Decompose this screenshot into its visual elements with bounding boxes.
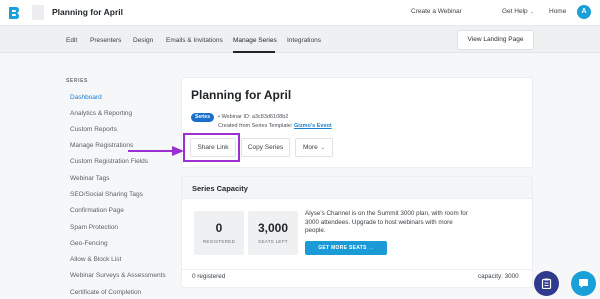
sidebar-heading: SERIES	[66, 78, 88, 84]
tab-edit[interactable]: Edit	[66, 37, 77, 44]
chevron-down-icon: ⌄	[320, 145, 325, 151]
sidebar-item-seo-social-sharing-tags[interactable]: SEO/Social Sharing Tags	[70, 191, 143, 198]
sidebar-item-allow-block-list[interactable]: Allow & Block List	[70, 256, 121, 263]
template-link[interactable]: Gizmo's Event	[294, 123, 332, 129]
chat-fab-button[interactable]	[571, 271, 596, 296]
sidebar-item-analytics-reporting[interactable]: Analytics & Reporting	[70, 110, 132, 117]
registered-label: REGISTERED	[202, 239, 236, 244]
get-more-seats-button[interactable]: GET MORE SEATS →	[305, 241, 387, 255]
chevron-down-icon: ⌄	[529, 9, 534, 15]
divider	[182, 269, 532, 270]
clipboard-fab-button[interactable]	[534, 271, 559, 296]
top-bar: Planning for April Create a Webinar Get …	[0, 0, 600, 26]
sidebar-item-webinar-surveys-assessments[interactable]: Webinar Surveys & Assessments	[70, 272, 166, 279]
webinar-id: • Webinar ID: a3c83d6108b2	[218, 114, 289, 120]
clipboard-icon	[541, 278, 552, 289]
series-badge: Series	[191, 113, 214, 122]
sidebar-item-geo-fencing[interactable]: Geo-Fencing	[70, 240, 108, 247]
active-tab-indicator	[233, 51, 275, 53]
copy-series-button[interactable]: Copy Series	[241, 138, 290, 157]
series-capacity-title: Series Capacity	[192, 184, 248, 193]
plan-description: Alyse's Channel is on the Summit 3000 pl…	[305, 210, 468, 234]
chat-bubble-icon	[579, 279, 588, 288]
get-help-label: Get Help	[502, 8, 528, 15]
sidebar-item-confirmation-page[interactable]: Confirmation Page	[70, 207, 124, 214]
app-title: Planning for April	[52, 7, 123, 17]
seats-left-count: 3,000	[257, 221, 289, 235]
sidebar-item-certificate-of-completion[interactable]: Certificate of Completion	[70, 289, 141, 296]
tab-presenters[interactable]: Presenters	[90, 37, 121, 44]
sidebar-item-custom-registration-fields[interactable]: Custom Registration Fields	[70, 158, 148, 165]
tab-emails-invitations[interactable]: Emails & Invitations	[166, 37, 223, 44]
webinar-thumbnail	[32, 5, 44, 20]
sidebar-item-webinar-tags[interactable]: Webinar Tags	[70, 175, 110, 182]
create-webinar-link[interactable]: Create a Webinar	[411, 8, 462, 15]
highlight-box	[183, 133, 240, 162]
capacity-footer: capacity: 3000	[478, 273, 519, 280]
sidebar-item-custom-reports[interactable]: Custom Reports	[70, 126, 117, 133]
sidebar-item-spam-protection[interactable]: Spam Protection	[70, 224, 118, 231]
tab-manage-series[interactable]: Manage Series	[233, 37, 277, 44]
tab-design[interactable]: Design	[133, 37, 153, 44]
get-help-menu[interactable]: Get Help ⌄	[502, 8, 534, 15]
template-line: Created from Series Template: Gizmo's Ev…	[218, 123, 332, 129]
tab-bar: Edit Presenters Design Emails & Invitati…	[0, 26, 600, 53]
registered-footer: 0 registered	[192, 273, 226, 280]
template-prefix: Created from Series Template:	[218, 123, 293, 129]
more-dropdown-button[interactable]: More ⌄	[295, 138, 333, 157]
registered-count: 0	[215, 221, 223, 235]
registered-stat: 0 REGISTERED	[194, 211, 244, 255]
brand-logo-icon[interactable]	[7, 6, 20, 20]
pointer-arrow-icon	[128, 143, 184, 156]
view-landing-page-button[interactable]: View Landing Page	[457, 30, 534, 50]
seats-left-label: SEATS LEFT	[258, 239, 288, 244]
page-title: Planning for April	[191, 88, 292, 102]
sidebar-item-manage-registrations[interactable]: Manage Registrations	[70, 142, 133, 149]
seats-left-stat: 3,000 SEATS LEFT	[248, 211, 298, 255]
tab-integrations[interactable]: Integrations	[287, 37, 321, 44]
more-label: More	[302, 144, 318, 151]
avatar[interactable]: A	[577, 5, 591, 19]
home-link[interactable]: Home	[549, 8, 566, 15]
sidebar-item-dashboard[interactable]: Dashboard	[70, 94, 102, 101]
